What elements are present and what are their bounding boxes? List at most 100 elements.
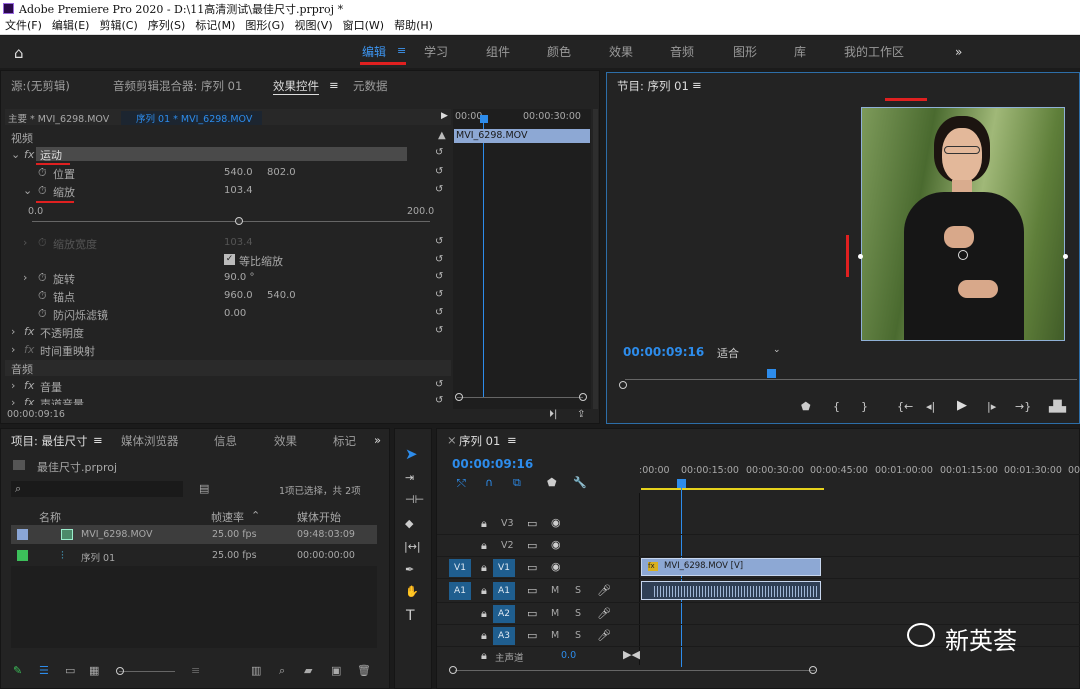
menu-graphics[interactable]: 图形(G) <box>240 17 289 35</box>
export-icon[interactable]: ⇪ <box>577 409 585 420</box>
zoom-slider-handle[interactable] <box>116 667 124 675</box>
effect-timecode[interactable]: 00:00:09:16 <box>7 409 65 420</box>
panel-menu-icon[interactable]: ≡ <box>329 78 339 92</box>
workspace-learn[interactable]: 学习 <box>424 36 448 68</box>
work-area-bar[interactable] <box>641 488 824 490</box>
trash-icon[interactable]: 🗑 <box>357 664 371 677</box>
sort-icon[interactable]: ≡ <box>191 664 200 677</box>
solo-button[interactable]: S <box>575 608 581 619</box>
tab-source[interactable]: 源:(无剪辑) <box>11 78 70 94</box>
menu-file[interactable]: 文件(F) <box>0 17 47 35</box>
mark-out-icon[interactable]: } <box>861 400 868 413</box>
sync-icon[interactable]: ▭ <box>527 539 537 552</box>
zoom-slider[interactable] <box>119 671 175 672</box>
fit-dropdown[interactable]: 适合 <box>717 345 739 361</box>
track-label-v2[interactable]: V2 <box>501 540 514 551</box>
mute-button[interactable]: M <box>551 585 559 596</box>
play-icon[interactable]: ▶ <box>957 398 967 413</box>
mute-button[interactable]: M <box>551 630 559 641</box>
program-scrub-handle[interactable] <box>619 381 627 389</box>
workspace-graphics[interactable]: 图形 <box>733 36 757 68</box>
microphone-icon[interactable]: 🎤︎ <box>597 584 611 597</box>
mini-playhead-line[interactable] <box>483 123 484 398</box>
scale-value[interactable]: 103.4 <box>224 185 253 196</box>
sync-icon[interactable]: ▭ <box>527 629 537 642</box>
workspace-libraries[interactable]: 库 <box>794 36 806 68</box>
go-to-out-icon[interactable]: →} <box>1015 400 1031 413</box>
col-start[interactable]: 媒体开始 <box>297 509 341 525</box>
source-patch-v1[interactable]: V1 <box>449 559 471 577</box>
timeline-scroll-handle-right[interactable] <box>809 666 817 674</box>
program-timecode[interactable]: 00:00:09:16 <box>623 345 704 359</box>
track-label-v3[interactable]: V3 <box>501 518 514 529</box>
lock-icon[interactable]: 🔒︎ <box>481 517 487 531</box>
col-name[interactable]: 名称 <box>39 509 61 525</box>
automate-icon[interactable]: ▥ <box>251 664 261 677</box>
new-item-icon[interactable]: ▣ <box>331 664 341 677</box>
scale-slider-handle[interactable] <box>235 217 243 225</box>
find-icon[interactable]: ⌕ <box>279 664 285 678</box>
fx-icon[interactable]: fx <box>24 379 34 392</box>
tab-sequence[interactable]: 序列 01 <box>459 433 500 449</box>
workspace-color[interactable]: 颜色 <box>547 36 571 68</box>
video-clip[interactable]: fx MVI_6298.MOV [V] <box>641 558 821 576</box>
new-bin-search-icon[interactable]: ▤ <box>199 482 209 495</box>
sync-icon[interactable]: ▭ <box>527 561 537 574</box>
timeline-timecode[interactable]: 00:00:09:16 <box>452 457 533 471</box>
effect-scrollbar[interactable] <box>593 109 598 409</box>
tab-project[interactable]: 项目: 最佳尺寸 <box>11 433 88 449</box>
tab-media-browser[interactable]: 媒体浏览器 <box>121 433 179 449</box>
eye-icon[interactable]: ◉ <box>551 560 561 573</box>
workspace-effects[interactable]: 效果 <box>609 36 633 68</box>
anchor-point-icon[interactable] <box>958 250 968 260</box>
snap-icon[interactable]: ∩ <box>485 476 493 489</box>
wrench-icon[interactable]: 🔧 <box>573 476 587 489</box>
freeform-view-icon[interactable]: ▦ <box>89 664 99 677</box>
channel-volume-expand-icon[interactable]: › <box>11 396 15 405</box>
sequence-clip-label[interactable]: 序列 01 * MVI_6298.MOV <box>121 111 263 125</box>
close-icon[interactable]: × <box>447 433 457 447</box>
mini-scroll-track[interactable] <box>457 397 583 398</box>
workspace-menu-icon[interactable]: ≡ <box>397 44 406 57</box>
go-to-end-icon[interactable]: ▶◀ <box>623 648 640 661</box>
fx-icon[interactable]: fx <box>24 325 34 338</box>
label-color-swatch[interactable] <box>17 550 28 561</box>
anchor-x[interactable]: 960.0 <box>224 290 253 301</box>
menu-marker[interactable]: 标记(M) <box>190 17 240 35</box>
workspace-assembly[interactable]: 组件 <box>486 36 510 68</box>
add-marker-icon[interactable]: ⬟ <box>801 400 811 413</box>
step-back-icon[interactable]: ◂| <box>926 400 935 413</box>
timeline-menu-icon[interactable]: ≡ <box>507 433 517 447</box>
tab-effects[interactable]: 效果 <box>274 433 297 449</box>
lock-icon[interactable]: 🔒︎ <box>481 539 487 553</box>
frame-handle-right[interactable] <box>1063 254 1068 259</box>
sync-icon[interactable]: ▭ <box>527 517 537 530</box>
audio-clip[interactable] <box>641 581 821 600</box>
video-frame[interactable] <box>861 107 1065 341</box>
lock-icon[interactable]: 🔒︎ <box>481 561 487 575</box>
chevron-down-icon[interactable]: ⌄ <box>773 345 781 355</box>
reset-opacity-icon[interactable]: ↺ <box>435 326 445 336</box>
nest-icon[interactable]: ⤲ <box>457 477 466 491</box>
table-row[interactable]: ⫶ 序列 01 25.00 fps 00:00:00:00 <box>11 546 377 565</box>
source-patch-a1[interactable]: A1 <box>449 582 471 600</box>
sync-icon[interactable]: ▭ <box>527 584 537 597</box>
master-value[interactable]: 0.0 <box>561 650 576 661</box>
lock-icon[interactable]: 🔒︎ <box>481 629 487 643</box>
selection-tool-icon[interactable]: ➤ <box>405 445 418 463</box>
motion-row[interactable] <box>36 147 407 161</box>
eye-icon[interactable]: ◉ <box>551 516 561 529</box>
tab-effect-controls[interactable]: 效果控件 <box>273 78 319 95</box>
mark-in-icon[interactable]: { <box>833 400 840 413</box>
microphone-icon[interactable]: 🎤︎ <box>597 607 611 620</box>
sync-icon[interactable]: ▭ <box>527 607 537 620</box>
timeline-scroll-handle-left[interactable] <box>449 666 457 674</box>
more-workspaces-icon[interactable]: » <box>955 36 962 68</box>
fx-icon[interactable]: fx <box>24 148 34 161</box>
lock-icon[interactable]: 🔒︎ <box>481 607 487 621</box>
fx-icon[interactable]: fx <box>24 396 34 405</box>
slip-tool-icon[interactable]: |↔| <box>404 540 421 553</box>
pen-tool-icon[interactable]: ✒ <box>405 563 414 576</box>
track-label-a3[interactable]: A3 <box>493 627 515 645</box>
track-label-v1[interactable]: V1 <box>493 559 515 577</box>
